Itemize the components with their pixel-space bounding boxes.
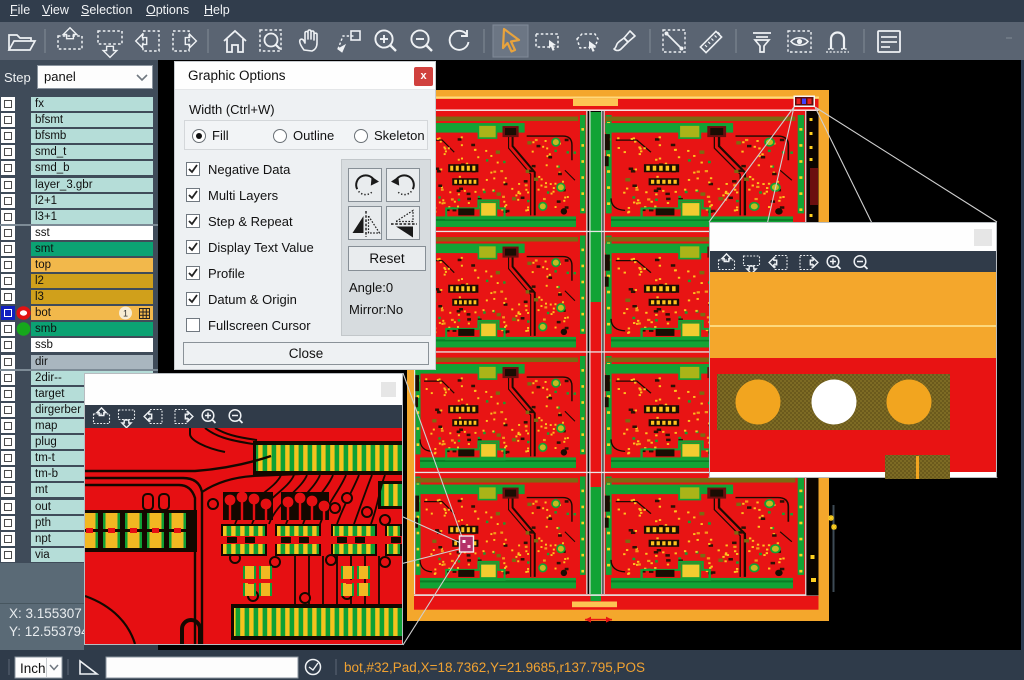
svg-text:Inch: Inch: [20, 661, 46, 676]
svg-text:1: 1: [123, 309, 128, 319]
svg-text:bot,#32,Pad,X=18.7362,Y=21.968: bot,#32,Pad,X=18.7362,Y=21.9685,r137.795…: [344, 660, 645, 675]
